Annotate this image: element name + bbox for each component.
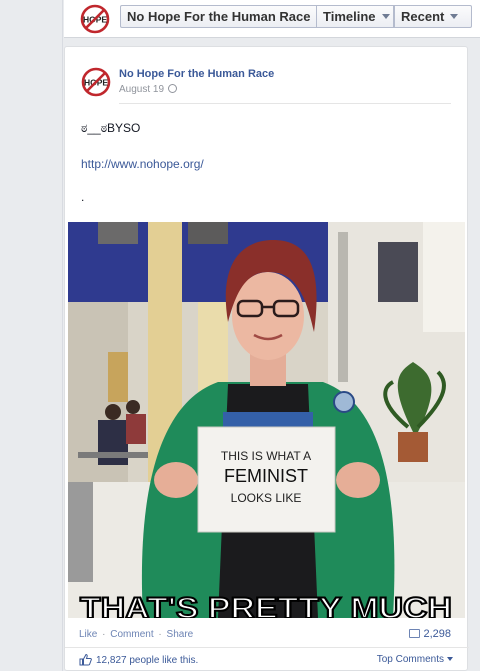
post-url-link[interactable]: http://www.nohope.org/ <box>81 157 204 171</box>
action-separator: · <box>102 629 106 640</box>
author-avatar-icon[interactable]: HOPE <box>81 67 111 100</box>
post-actions: Like · Comment · Share <box>79 629 193 640</box>
share-link[interactable]: Share <box>167 629 194 640</box>
comment-bubble-icon <box>409 629 421 638</box>
timeline-header-bar: HOPE No Hope For the Human Race Timeline… <box>64 0 480 38</box>
post-date-label: August 19 <box>119 84 165 95</box>
post-message: ಠ__ಠBYSO <box>81 121 141 135</box>
post-card: HOPE No Hope For the Human Race August 1… <box>64 46 469 671</box>
post-message-dot: . <box>81 190 85 204</box>
top-comments-dropdown[interactable]: Top Comments <box>377 654 453 665</box>
page-name-button[interactable]: No Hope For the Human Race <box>120 5 316 28</box>
left-column-divider <box>62 0 63 671</box>
recent-dropdown[interactable]: Recent <box>394 5 472 28</box>
recent-label: Recent <box>401 9 445 24</box>
chevron-down-icon <box>381 14 390 19</box>
sign-line-3: LOOKS LIKE <box>231 491 302 505</box>
comment-count: 2,298 <box>423 628 451 640</box>
post-photo[interactable]: THIS IS WHAT A FEMINIST LOOKS LIKE THAT'… <box>68 222 465 618</box>
action-separator: · <box>158 629 162 640</box>
sign-line-1: THIS IS WHAT A <box>221 449 311 463</box>
page-logo-icon[interactable]: HOPE <box>80 4 110 37</box>
top-comments-label: Top Comments <box>376 654 444 665</box>
timeline-label: Timeline <box>323 9 376 24</box>
chevron-down-icon <box>450 14 459 19</box>
sign-line-2: FEMINIST <box>224 466 308 486</box>
comment-link[interactable]: Comment <box>110 629 153 640</box>
photo-caption: THAT'S PRETTY MUCH <box>80 592 452 618</box>
thumbs-up-icon <box>79 653 92 669</box>
likes-summary[interactable]: 12,827 people like this. <box>79 653 198 669</box>
chevron-down-icon <box>447 657 453 661</box>
page-name-label: No Hope For the Human Race <box>127 9 311 24</box>
footer-divider <box>65 647 469 648</box>
like-link[interactable]: Like <box>79 629 97 640</box>
header-divider <box>119 103 451 104</box>
likes-text: 12,827 people like this. <box>96 655 199 666</box>
comment-count-link[interactable]: 2,298 <box>409 628 451 640</box>
post-author-link[interactable]: No Hope For the Human Race <box>119 68 274 80</box>
globe-icon <box>168 84 178 93</box>
timeline-dropdown[interactable]: Timeline <box>316 5 394 28</box>
post-timestamp[interactable]: August 19 <box>119 84 178 95</box>
